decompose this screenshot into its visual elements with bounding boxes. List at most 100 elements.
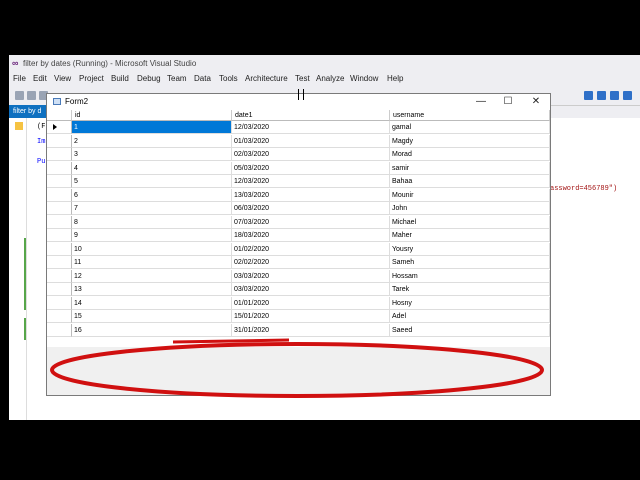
step-out-icon[interactable]	[623, 91, 632, 100]
row-header[interactable]	[47, 269, 72, 283]
cell-username[interactable]: John	[390, 202, 550, 215]
cell-date1[interactable]: 18/03/2020	[232, 229, 390, 242]
row-header[interactable]	[47, 310, 72, 323]
menu-test[interactable]: Test	[295, 74, 310, 83]
cell-id[interactable]: 2	[72, 134, 232, 148]
row-header[interactable]	[47, 134, 72, 148]
cell-username[interactable]: Adel	[390, 310, 550, 323]
cell-id[interactable]: 5	[72, 175, 232, 188]
cell-username[interactable]: Yousry	[390, 242, 550, 256]
cell-username[interactable]: Hosny	[390, 296, 550, 310]
row-header[interactable]	[47, 242, 72, 256]
menu-window[interactable]: Window	[350, 74, 378, 83]
cell-username[interactable]: Magdy	[390, 134, 550, 148]
row-header[interactable]	[47, 148, 72, 161]
cell-date1[interactable]: 02/03/2020	[232, 148, 390, 161]
cell-date1[interactable]: 15/01/2020	[232, 310, 390, 323]
open-icon[interactable]	[27, 91, 36, 100]
cell-id[interactable]: 14	[72, 296, 232, 310]
row-header[interactable]	[47, 175, 72, 188]
menu-team[interactable]: Team	[167, 74, 187, 83]
cell-username[interactable]: Saeed	[390, 323, 550, 337]
step-over-icon[interactable]	[597, 91, 606, 100]
debug-arrow-icon[interactable]	[584, 91, 593, 100]
letterbox-bottom	[0, 420, 640, 480]
code-password-string: assword=456789")	[550, 185, 618, 193]
cell-username[interactable]: Mounir	[390, 188, 550, 202]
cell-username[interactable]: Bahaa	[390, 175, 550, 188]
cell-id[interactable]: 7	[72, 202, 232, 215]
cell-username[interactable]: Sameh	[390, 256, 550, 269]
cell-date1[interactable]: 12/03/2020	[232, 175, 390, 188]
column-header-id[interactable]: id	[72, 110, 232, 121]
column-header-username[interactable]: username	[390, 110, 550, 121]
cell-date1[interactable]: 12/03/2020	[232, 121, 390, 134]
menu-project[interactable]: Project	[79, 74, 104, 83]
cell-date1[interactable]: 13/03/2020	[232, 188, 390, 202]
cell-date1[interactable]: 01/02/2020	[232, 242, 390, 256]
cell-date1[interactable]: 02/02/2020	[232, 256, 390, 269]
menu-tools[interactable]: Tools	[219, 74, 238, 83]
row-header[interactable]	[47, 323, 72, 337]
menu-data[interactable]: Data	[194, 74, 211, 83]
row-header[interactable]	[47, 283, 72, 296]
row-header[interactable]	[47, 121, 72, 134]
cell-date1[interactable]: 06/03/2020	[232, 202, 390, 215]
maximize-button[interactable]: ☐	[494, 94, 522, 110]
cell-id[interactable]: 16	[72, 323, 232, 337]
menu-edit[interactable]: Edit	[33, 74, 47, 83]
step-into-icon[interactable]	[610, 91, 619, 100]
cell-username[interactable]: Maher	[390, 229, 550, 242]
cell-date1[interactable]: 07/03/2020	[232, 215, 390, 229]
row-header[interactable]	[47, 229, 72, 242]
column-header-date1[interactable]: date1	[232, 110, 390, 121]
cell-username[interactable]: samir	[390, 161, 550, 175]
cell-id[interactable]: 6	[72, 188, 232, 202]
cell-username[interactable]: Morad	[390, 148, 550, 161]
row-header[interactable]	[47, 256, 72, 269]
cell-id[interactable]: 1	[72, 121, 232, 134]
cell-date1[interactable]: 01/01/2020	[232, 296, 390, 310]
row-header[interactable]	[47, 296, 72, 310]
cell-date1[interactable]: 03/03/2020	[232, 269, 390, 283]
cell-date1[interactable]: 05/03/2020	[232, 161, 390, 175]
cell-username[interactable]: Hossam	[390, 269, 550, 283]
menu-architecture[interactable]: Architecture	[245, 74, 288, 83]
cell-id[interactable]: 9	[72, 229, 232, 242]
cell-date1[interactable]: 03/03/2020	[232, 283, 390, 296]
cell-username[interactable]: Michael	[390, 215, 550, 229]
cell-id[interactable]: 13	[72, 283, 232, 296]
cell-id[interactable]: 8	[72, 215, 232, 229]
code-line-imports: Im	[37, 138, 46, 146]
lightning-icon	[15, 122, 23, 130]
row-header[interactable]	[47, 215, 72, 229]
menu-file[interactable]: File	[13, 74, 26, 83]
data-grid[interactable]: id date1 username 1 12/03/2020 gamal 2 01/03…	[47, 110, 550, 347]
cell-id[interactable]: 12	[72, 269, 232, 283]
menu-view[interactable]: View	[54, 74, 71, 83]
menu-analyze[interactable]: Analyze	[316, 74, 344, 83]
minimize-button[interactable]: —	[467, 94, 495, 110]
grid-corner-header[interactable]	[47, 110, 72, 121]
cell-id[interactable]: 4	[72, 161, 232, 175]
cell-date1[interactable]: 01/03/2020	[232, 134, 390, 148]
new-project-icon[interactable]	[15, 91, 24, 100]
row-header[interactable]	[47, 202, 72, 215]
cell-id[interactable]: 10	[72, 242, 232, 256]
menu-debug[interactable]: Debug	[137, 74, 161, 83]
cell-username[interactable]: Tarek	[390, 283, 550, 296]
row-header[interactable]	[47, 188, 72, 202]
cell-id[interactable]: 3	[72, 148, 232, 161]
cell-username[interactable]: gamal	[390, 121, 550, 134]
menu-build[interactable]: Build	[111, 74, 129, 83]
cell-id[interactable]: 11	[72, 256, 232, 269]
vs-logo-icon: ∞	[12, 58, 19, 68]
vs-title: filter by dates (Running) - Microsoft Vi…	[23, 59, 197, 68]
cell-date1[interactable]: 31/01/2020	[232, 323, 390, 337]
menu-help[interactable]: Help	[387, 74, 403, 83]
close-button[interactable]: ✕	[522, 94, 550, 110]
cell-id[interactable]: 15	[72, 310, 232, 323]
text-cursor-icon	[298, 89, 304, 100]
red-ellipse-annotation	[50, 342, 544, 398]
row-header[interactable]	[47, 161, 72, 175]
